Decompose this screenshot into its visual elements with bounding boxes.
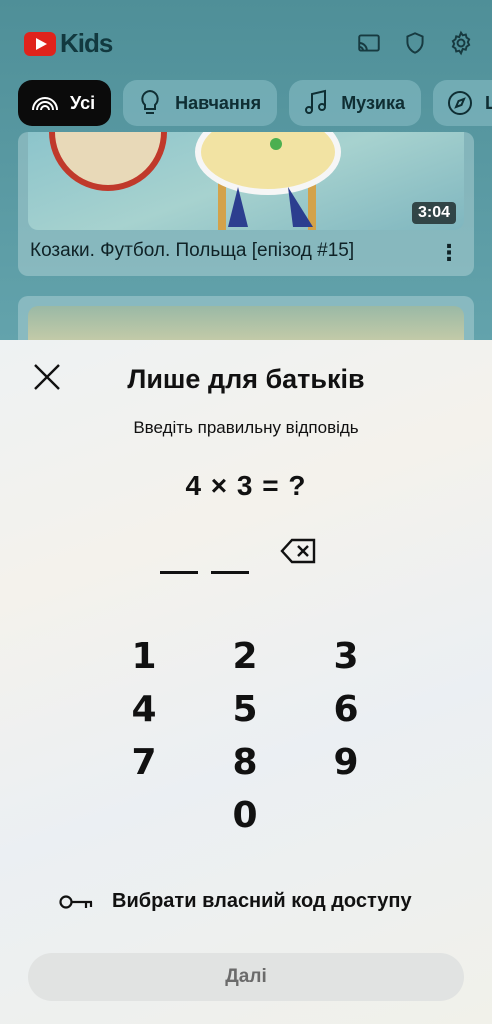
keypad-key-7[interactable]: 7 bbox=[114, 740, 174, 786]
gear-icon[interactable] bbox=[448, 30, 474, 56]
chip-label: Навчання bbox=[175, 92, 262, 113]
sheet-title: Лише для батьків bbox=[127, 364, 365, 394]
custom-passcode-label: Вибрати власний код доступу bbox=[112, 890, 412, 912]
logo-text: Kids bbox=[60, 28, 113, 58]
cartoon-illustration bbox=[49, 132, 341, 230]
video-thumbnail[interactable]: 3:04 bbox=[28, 132, 464, 230]
chip-music[interactable]: Музика bbox=[289, 80, 421, 126]
top-bar: Kids bbox=[0, 0, 492, 80]
custom-passcode-link[interactable]: Вибрати власний код доступу bbox=[58, 890, 412, 913]
youtube-kids-logo: Kids bbox=[24, 28, 113, 59]
key-icon bbox=[59, 894, 93, 909]
keypad-key-8[interactable]: 8 bbox=[215, 740, 275, 786]
category-chips: Усі Навчання Музика Ц bbox=[18, 80, 492, 126]
answer-digit-slot bbox=[160, 571, 198, 574]
answer-digit-slot bbox=[211, 571, 249, 574]
chip-label: Музика bbox=[341, 92, 405, 113]
video-card[interactable]: 3:04 Козаки. Футбол. Польща [епізод #15]… bbox=[18, 132, 474, 276]
shield-icon[interactable] bbox=[402, 30, 428, 56]
more-vert-icon[interactable]: ⋮ bbox=[438, 240, 460, 266]
chip-all[interactable]: Усі bbox=[18, 80, 112, 126]
keypad-key-9[interactable]: 9 bbox=[316, 740, 376, 786]
lightbulb-icon bbox=[141, 89, 159, 114]
keypad-key-6[interactable]: 6 bbox=[316, 687, 376, 733]
keypad-key-5[interactable]: 5 bbox=[215, 687, 275, 733]
rainbow-icon bbox=[32, 97, 58, 111]
music-note-icon bbox=[305, 89, 327, 114]
keypad-key-3[interactable]: 3 bbox=[316, 634, 376, 680]
video-title[interactable]: Козаки. Футбол. Польща [епізод #15] bbox=[30, 240, 354, 262]
keypad-key-0[interactable]: 0 bbox=[215, 793, 275, 839]
keypad-key-2[interactable]: 2 bbox=[215, 634, 275, 680]
cast-icon[interactable] bbox=[356, 30, 382, 56]
chip-label: Ц bbox=[485, 92, 492, 113]
play-logo-icon bbox=[24, 31, 56, 56]
parent-gate-sheet: Лише для батьків Введіть правильну відпо… bbox=[0, 340, 492, 1024]
video-duration: 3:04 bbox=[411, 202, 456, 224]
next-button[interactable]: Далі bbox=[28, 953, 464, 1001]
backspace-icon[interactable] bbox=[280, 536, 318, 566]
math-question: 4 × 3 = ? bbox=[185, 470, 307, 501]
keypad-key-4[interactable]: 4 bbox=[114, 687, 174, 733]
instruction-text: Введіть правильну відповідь bbox=[133, 418, 359, 437]
compass-icon bbox=[448, 91, 472, 115]
chip-explore[interactable]: Ц bbox=[433, 80, 492, 126]
keypad-key-1[interactable]: 1 bbox=[114, 634, 174, 680]
chip-learning[interactable]: Навчання bbox=[123, 80, 278, 126]
chip-label: Усі bbox=[70, 92, 96, 113]
